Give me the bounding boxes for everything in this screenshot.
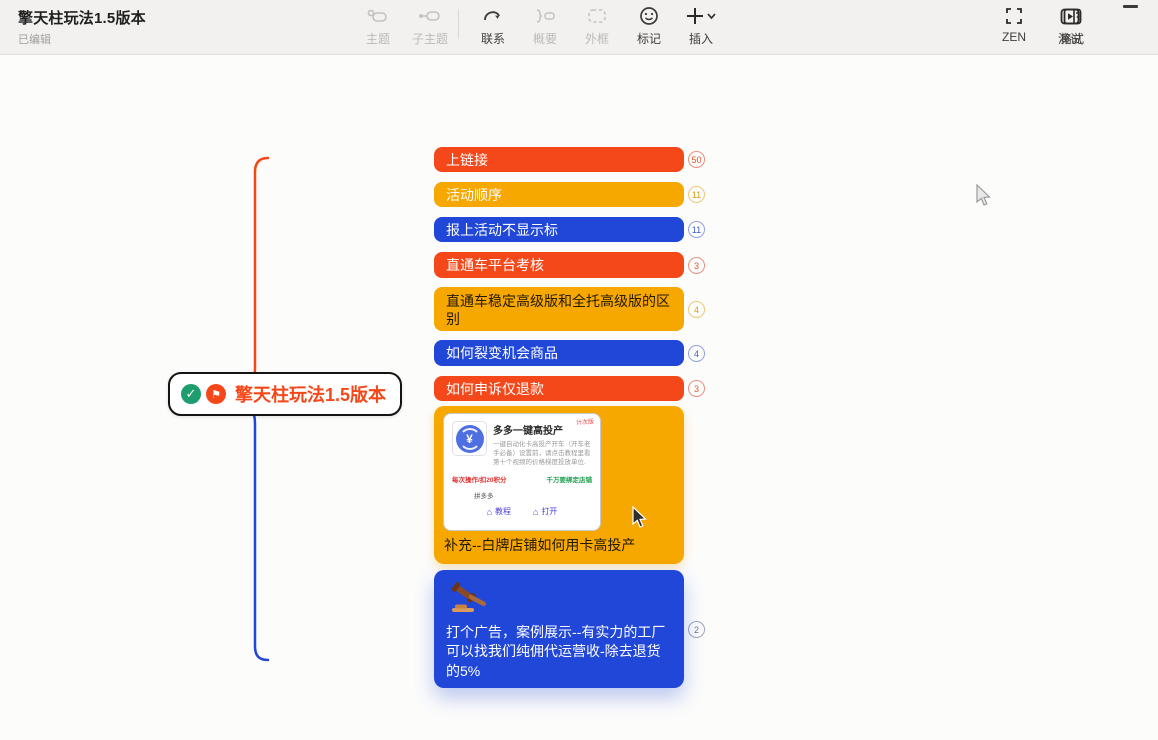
topic-node-media[interactable]: ¥ 多多一键高投产 计次版 一键自动化卡高投产开车（开车老手必备）设置前，请点击… [434,406,684,564]
zen-icon [1005,5,1023,27]
marker-label: 标记 [637,30,661,47]
marker-button[interactable]: 标记 [623,5,675,47]
gavel-icon [448,580,492,614]
collapse-badge[interactable]: 3 [688,380,705,397]
topic-label: 如何申诉仅退款 [446,379,544,399]
document-status: 已编辑 [18,31,146,47]
insert-button[interactable]: 插入 [675,5,727,47]
check-icon[interactable]: ✓ [181,384,201,404]
toolbar-center: 主题 子主题 联系 概要 外框 [352,5,727,47]
summary-button[interactable]: 概要 [519,5,571,47]
collapse-badge[interactable]: 3 [688,257,705,274]
badge-count: 11 [692,190,701,200]
document-title: 擎天柱玩法1.5版本 [18,7,146,28]
mindmap-canvas[interactable]: ✓ ⚑ 擎天柱玩法1.5版本 上链接 活动顺序 报上活动不显示标 直通车平台考核… [0,56,1158,740]
topic-button[interactable]: 主题 [352,5,404,47]
document-info: 擎天柱玩法1.5版本 已编辑 [18,7,146,47]
media-topic-label: 补充--白牌店铺如何用卡高投产 [444,535,635,555]
plugin-app-icon: ¥ [452,421,487,456]
badge-count: 4 [694,349,699,359]
badge-count: 4 [694,305,699,315]
badge-count: 3 [694,261,699,271]
topic-node[interactable]: 如何裂变机会商品 [434,340,684,366]
ad-topic-label: 打个广告，案例展示--有实力的工厂可以找我们纯佣代运营收-除去退货的5% [446,623,672,681]
boundary-label: 外框 [585,30,609,47]
plugin-tag: 计次版 [576,416,595,426]
format-button[interactable]: 格式 [1046,5,1098,47]
topic-label: 主题 [366,30,390,47]
relationship-icon [483,5,503,27]
plugin-cost-note: 每次操作/扣20积分 [452,474,507,484]
topic-node[interactable]: 报上活动不显示标 [434,217,684,242]
insert-label: 插入 [689,30,713,47]
topic-node[interactable]: 直通车平台考核 [434,252,684,278]
topic-node-ad[interactable]: 打个广告，案例展示--有实力的工厂可以找我们纯佣代运营收-除去退货的5% [434,570,684,688]
plugin-description: 一键自动化卡高投产开车（开车老手必备）设置前，请点击教程里看第十个视频的价格梯度… [493,440,592,467]
root-topic[interactable]: ✓ ⚑ 擎天柱玩法1.5版本 [168,372,402,416]
plugin-platform: 拼多多 [474,490,592,500]
collapse-badge[interactable]: 11 [688,186,705,203]
badge-count: 11 [692,225,701,235]
topic-label: 直通车稳定高级版和全托高级版的区别 [446,292,672,328]
badge-count: 50 [691,155,701,165]
collapse-badge[interactable]: 50 [688,151,705,168]
root-topic-label: 擎天柱玩法1.5版本 [235,381,386,407]
insert-icon [686,5,716,27]
topic-node[interactable]: 上链接 [434,147,684,172]
plugin-screenshot: ¥ 多多一键高投产 计次版 一键自动化卡高投产开车（开车老手必备）设置前，请点击… [443,413,601,531]
topic-icon [367,5,389,27]
badge-count: 2 [694,625,699,635]
format-label: 格式 [1060,30,1084,47]
topic-node[interactable]: 直通车稳定高级版和全托高级版的区别 [434,287,684,331]
topic-node[interactable]: 如何申诉仅退款 [434,376,684,401]
plugin-warning-note: 千万要绑定店铺 [547,474,593,484]
format-icon [1063,5,1082,27]
subtopic-button[interactable]: 子主题 [404,5,456,47]
collapse-badge[interactable]: 11 [688,221,705,238]
boundary-button[interactable]: 外框 [571,5,623,47]
subtopic-icon [418,5,442,27]
marker-icon [639,5,659,27]
mouse-cursor-secondary [974,184,994,208]
subtopic-label: 子主题 [412,30,448,47]
branch-line-down [236,402,268,660]
relationship-button[interactable]: 联系 [467,5,519,47]
zen-label: ZEN [1002,30,1026,44]
topic-node[interactable]: 活动顺序 [434,182,684,207]
summary-label: 概要 [533,30,557,47]
boundary-icon [587,5,607,27]
plugin-tutorial-link[interactable]: ⌂教程 [487,506,511,517]
topic-label: 活动顺序 [446,185,502,205]
relationship-label: 联系 [481,30,505,47]
collapse-badge[interactable]: 2 [688,621,705,638]
window-minimize-dash[interactable] [1123,5,1138,8]
topic-label: 上链接 [446,150,488,170]
branch-line-up [236,158,268,390]
topic-label: 如何裂变机会商品 [446,343,558,363]
plugin-open-link[interactable]: ⌂打开 [533,506,557,517]
collapse-badge[interactable]: 4 [688,301,705,318]
collapse-badge[interactable]: 4 [688,345,705,362]
home-icon: ⌂ [533,507,538,517]
toolbar-divider [458,9,459,39]
summary-icon [534,5,556,27]
flag-icon[interactable]: ⚑ [206,384,226,404]
home-icon: ⌂ [487,507,492,517]
toolbar: 擎天柱玩法1.5版本 已编辑 主题 子主题 联系 概要 [0,0,1158,55]
topic-label: 直通车平台考核 [446,255,544,275]
topic-label: 报上活动不显示标 [446,220,558,240]
zen-button[interactable]: ZEN [986,5,1042,47]
badge-count: 3 [694,384,699,394]
